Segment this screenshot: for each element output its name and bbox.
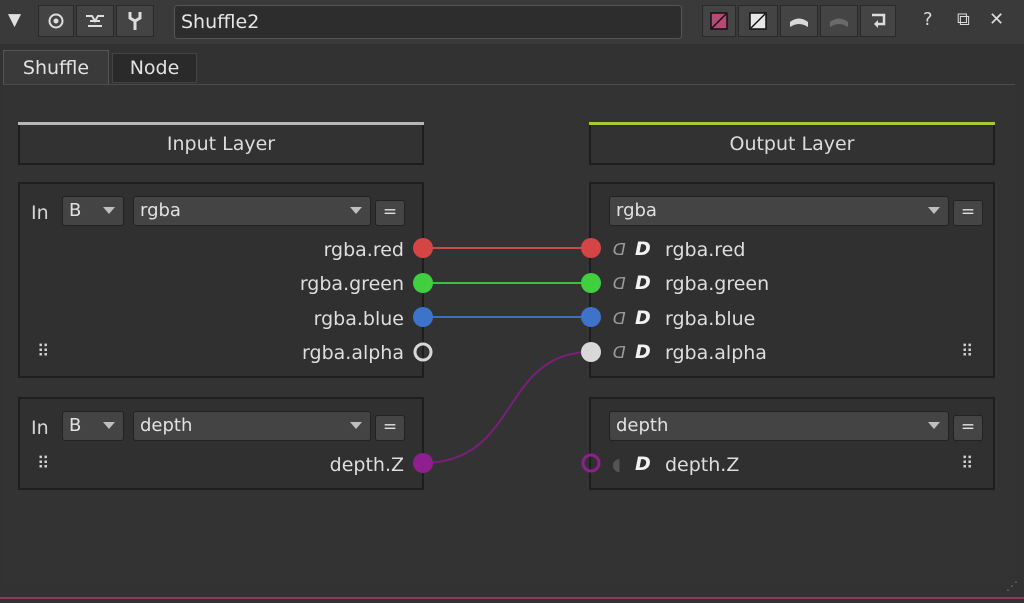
panel-divider: [0, 597, 1024, 599]
output-socket-green[interactable]: [581, 273, 601, 293]
output-socket-depth-z[interactable]: [581, 453, 601, 473]
input-socket-alpha[interactable]: [413, 342, 433, 362]
input-socket-blue[interactable]: [413, 307, 433, 327]
wire-depth-to-alpha[interactable]: [422, 351, 592, 464]
output-socket-red[interactable]: [581, 238, 601, 258]
input-socket-depth-z[interactable]: [413, 453, 433, 473]
input-socket-red[interactable]: [413, 238, 433, 258]
output-socket-blue[interactable]: [581, 307, 601, 327]
shuffle-wires: [413, 238, 601, 473]
input-socket-green[interactable]: [413, 273, 433, 293]
output-socket-alpha[interactable]: [581, 342, 601, 362]
resize-grip-icon[interactable]: ⋰: [1006, 579, 1018, 593]
